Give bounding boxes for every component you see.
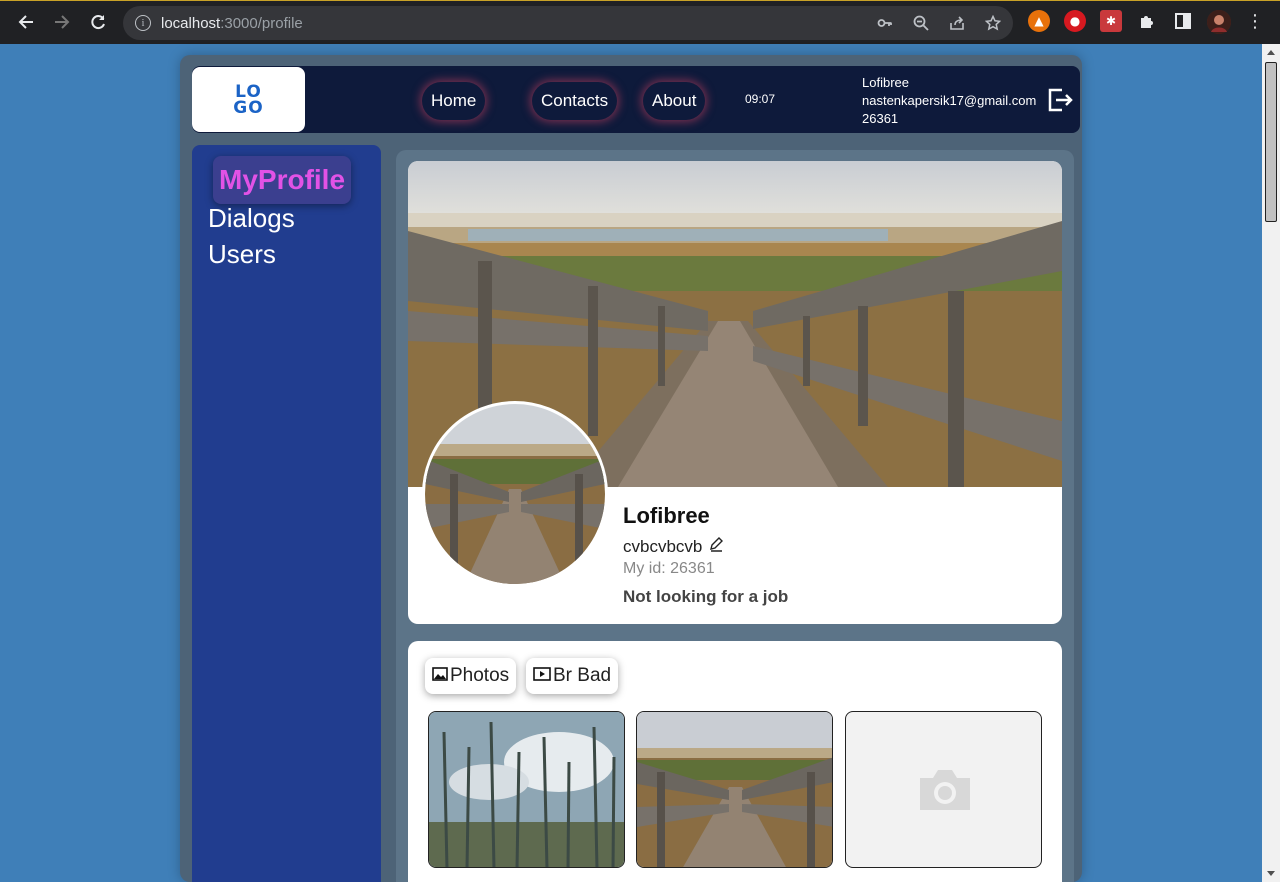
tab-br-bad[interactable]: Br Bad bbox=[526, 658, 619, 694]
page-scrollbar[interactable] bbox=[1262, 44, 1280, 882]
user-email: nastenkapersik17@gmail.com bbox=[862, 93, 1037, 108]
sidebar-item-myprofile[interactable]: MyProfile bbox=[213, 156, 352, 204]
extensions-puzzle-icon[interactable] bbox=[1136, 10, 1158, 32]
photo-thumbnail[interactable] bbox=[636, 711, 833, 868]
url-host: localhost bbox=[161, 14, 221, 32]
clock-time: 09:07 bbox=[745, 92, 776, 106]
edit-pencil-icon[interactable] bbox=[708, 536, 724, 557]
nav-home-link[interactable]: Home bbox=[422, 82, 486, 120]
nav-about-link[interactable]: About bbox=[643, 82, 706, 120]
user-info: Lofibree nastenkapersik17@gmail.com 2636… bbox=[862, 74, 1036, 128]
profile-avatar-icon[interactable] bbox=[1207, 10, 1231, 34]
scroll-up-icon[interactable] bbox=[1267, 50, 1275, 55]
back-icon[interactable] bbox=[8, 4, 44, 40]
user-id: 26361 bbox=[862, 111, 899, 126]
profile-status: cvbcvbcvb bbox=[623, 536, 724, 557]
menu-dots-icon[interactable]: ⋮ bbox=[1244, 10, 1266, 32]
camera-icon bbox=[916, 768, 974, 816]
scroll-thumb[interactable] bbox=[1265, 62, 1277, 222]
logo-line2: GO bbox=[233, 97, 264, 118]
tab-photos-label: Photos bbox=[450, 665, 510, 686]
nav-contacts-link[interactable]: Contacts bbox=[532, 82, 618, 120]
user-name: Lofibree bbox=[862, 75, 909, 90]
forward-icon[interactable] bbox=[44, 4, 80, 40]
photo-thumbnail[interactable] bbox=[428, 711, 625, 868]
url-path: :3000/profile bbox=[220, 14, 303, 32]
extension-avast-icon[interactable]: ▲ bbox=[1028, 10, 1050, 32]
tab-photos[interactable]: Photos bbox=[425, 658, 517, 694]
sidebar-item-users[interactable]: Users bbox=[208, 239, 276, 270]
logo[interactable]: LO GO bbox=[192, 67, 305, 132]
extension-shield-icon[interactable]: ● bbox=[1064, 10, 1086, 32]
site-info-icon[interactable]: i bbox=[135, 15, 151, 31]
photo-placeholder[interactable] bbox=[845, 711, 1042, 868]
profile-id: My id: 26361 bbox=[623, 560, 715, 577]
side-panel-icon[interactable] bbox=[1172, 10, 1194, 32]
key-icon[interactable] bbox=[875, 13, 895, 33]
browser-toolbar: i localhost:3000/profile ▲ ● ✱ ⋮ bbox=[0, 0, 1280, 44]
reload-icon[interactable] bbox=[80, 4, 116, 40]
extension-picture-icon[interactable]: ✱ bbox=[1100, 10, 1122, 32]
profile-job-status: Not looking for a job bbox=[623, 587, 789, 606]
share-icon[interactable] bbox=[947, 13, 967, 33]
avatar[interactable] bbox=[422, 401, 608, 587]
image-icon bbox=[432, 665, 448, 687]
logout-icon[interactable] bbox=[1046, 86, 1074, 114]
scroll-down-icon[interactable] bbox=[1267, 871, 1275, 876]
video-icon bbox=[533, 665, 551, 687]
bookmark-star-icon[interactable] bbox=[983, 13, 1003, 33]
sidebar-item-dialogs[interactable]: Dialogs bbox=[208, 203, 295, 234]
profile-status-text: cvbcvbcvb bbox=[623, 536, 703, 556]
tab-br-bad-label: Br Bad bbox=[553, 665, 612, 686]
address-bar[interactable]: i localhost:3000/profile bbox=[123, 6, 1013, 40]
zoom-icon[interactable] bbox=[911, 13, 931, 33]
profile-name: Lofibree bbox=[623, 503, 710, 528]
